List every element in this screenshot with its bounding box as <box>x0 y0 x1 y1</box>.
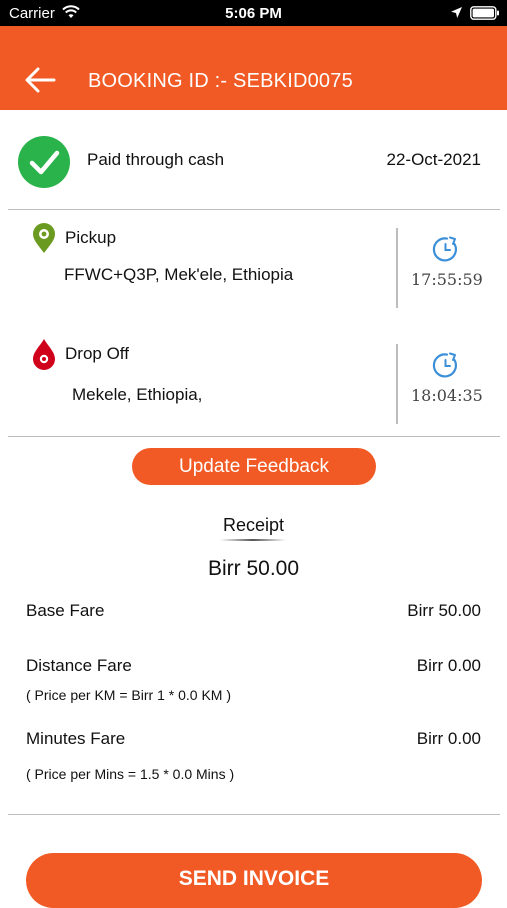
divider <box>8 814 500 815</box>
dropoff-label: Drop Off <box>65 344 129 363</box>
pickup-address: FFWC+Q3P, Mek'ele, Ethiopia <box>64 265 294 284</box>
minutes-fare-note: ( Price per Mins = 1.5 * 0.0 Mins ) <box>26 766 235 782</box>
location-arrow-icon <box>450 6 463 24</box>
dropoff-time: 18:04:35 <box>411 386 483 405</box>
status-bar: Carrier 5:06 PM <box>0 0 507 26</box>
vertical-divider <box>396 344 398 424</box>
divider <box>8 436 500 437</box>
dropoff-address: Mekele, Ethiopia, <box>72 385 203 404</box>
app-header: BOOKING ID :- SEBKID0075 <box>0 26 507 110</box>
divider <box>8 209 500 210</box>
page-title: BOOKING ID :- SEBKID0075 <box>88 70 353 92</box>
base-fare-value: Birr 50.00 <box>407 601 481 620</box>
pickup-time: 17:55:59 <box>411 270 483 289</box>
distance-fare-note: ( Price per KM = Birr 1 * 0.0 KM ) <box>26 687 231 703</box>
base-fare-label: Base Fare <box>26 601 105 620</box>
distance-fare-label: Distance Fare <box>26 656 132 675</box>
receipt-title: Receipt <box>222 515 285 535</box>
status-time: 5:06 PM <box>225 5 282 22</box>
pickup-label: Pickup <box>65 228 117 247</box>
pickup-pin-icon <box>31 222 57 259</box>
vertical-divider <box>396 228 398 308</box>
receipt-underline <box>220 539 286 541</box>
back-arrow-icon[interactable] <box>24 66 58 94</box>
minutes-fare-label: Minutes Fare <box>26 729 126 748</box>
payment-status: Paid through cash <box>87 150 225 169</box>
booking-date: 22-Oct-2021 <box>386 150 482 169</box>
minutes-fare-value: Birr 0.00 <box>416 729 481 748</box>
battery-icon <box>470 6 500 25</box>
distance-fare-value: Birr 0.00 <box>416 656 481 675</box>
clock-icon <box>432 236 459 268</box>
update-feedback-button[interactable]: Update Feedback <box>132 448 376 485</box>
dropoff-pin-icon <box>31 337 57 376</box>
receipt-total: Birr 50.00 <box>207 557 300 580</box>
check-circle-icon <box>17 135 71 194</box>
clock-icon <box>432 352 459 384</box>
